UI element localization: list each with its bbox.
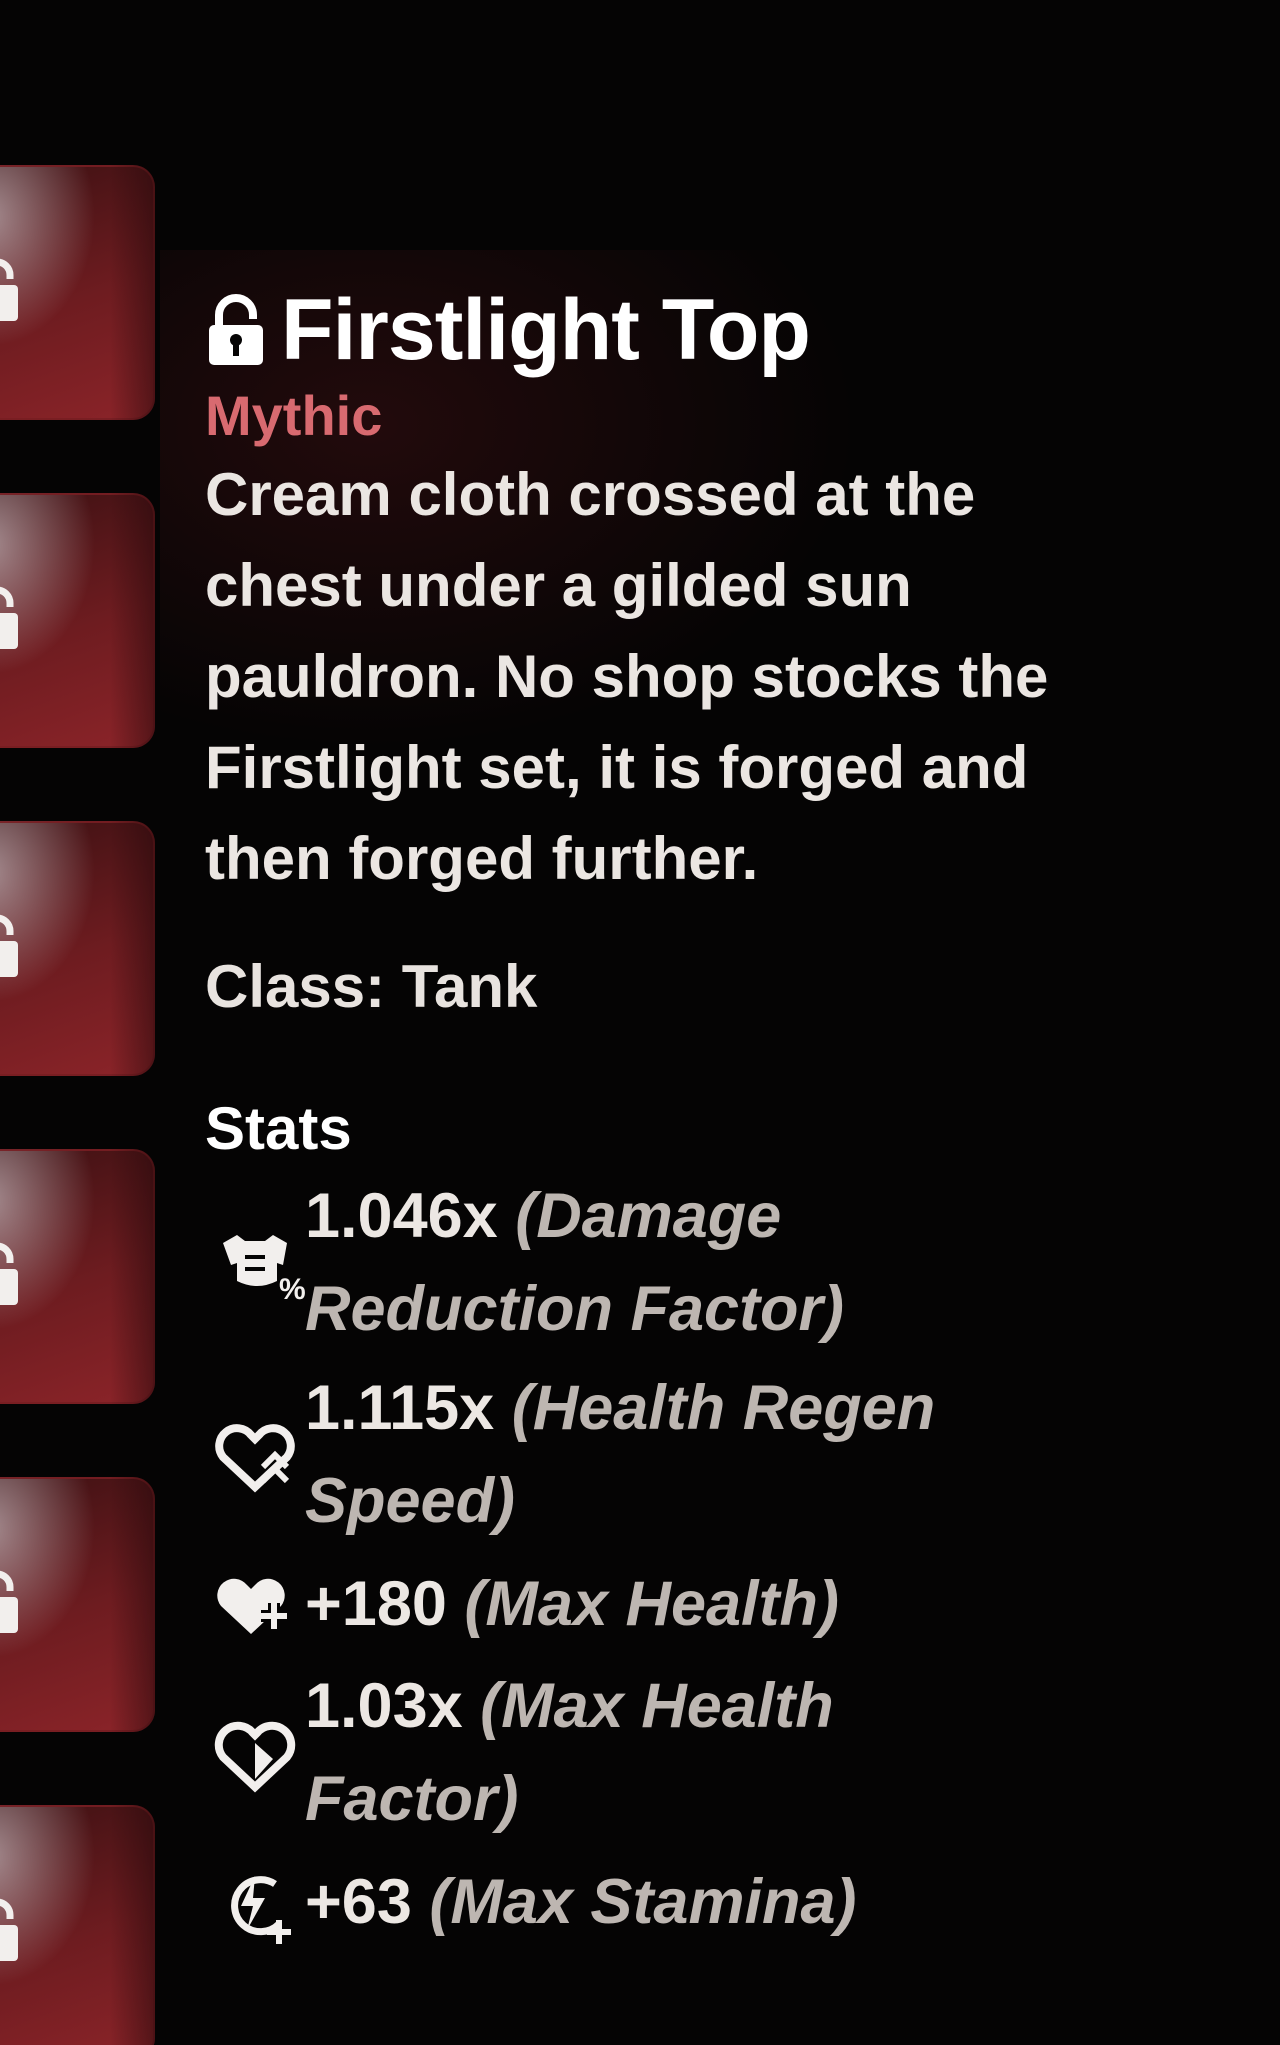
item-name: Firstlight Top <box>281 281 811 378</box>
svg-text:%: % <box>279 1273 305 1306</box>
lock-icon <box>0 914 18 977</box>
item-title-row: Firstlight Top <box>205 275 1105 385</box>
lock-icon <box>0 1898 18 1961</box>
item-slot[interactable] <box>0 1805 155 2045</box>
item-slot[interactable] <box>0 1149 155 1404</box>
heart-icon <box>214 1721 296 1793</box>
lock-icon <box>0 258 18 321</box>
lock-icon <box>0 586 18 649</box>
item-slot[interactable] <box>0 1477 155 1732</box>
stat-value: +180 <box>305 1568 447 1639</box>
stat-row: % 1.046x (Damage Reduction Factor) <box>205 1170 1105 1356</box>
stat-value: 1.115x <box>305 1373 495 1443</box>
damage-reduction-icon: % <box>223 1235 305 1306</box>
stat-value: 1.03x <box>305 1671 463 1741</box>
health-regen-icon <box>215 1424 295 1493</box>
stat-row: 1.03x (Max Health Factor) <box>205 1660 1105 1846</box>
max-health-plus-icon <box>217 1578 287 1634</box>
item-slot-list <box>0 165 155 2045</box>
item-detail-panel: Firstlight Top Mythic Cream cloth crosse… <box>205 275 1105 1958</box>
lock-icon <box>0 1570 18 1633</box>
stat-value: 1.046x <box>305 1181 498 1251</box>
stat-row: +180 (Max Health) <box>205 1554 1105 1654</box>
item-slot[interactable] <box>0 493 155 748</box>
stat-value: +63 <box>305 1866 412 1937</box>
stats-heading: Stats <box>205 1095 352 1162</box>
item-description: Cream cloth crossed at the chest under a… <box>205 461 1049 892</box>
stat-row: +63 (Max Stamina) <box>205 1852 1105 1952</box>
item-class: Class: Tank <box>205 953 538 1020</box>
stat-label: (Max Stamina) <box>429 1866 857 1937</box>
lock-icon <box>0 1242 18 1305</box>
item-slot[interactable] <box>0 165 155 420</box>
stat-row: 1.115x (Health Regen Speed) <box>205 1362 1105 1548</box>
item-rarity: Mythic <box>205 384 383 447</box>
stat-label: (Max Health) <box>464 1568 839 1639</box>
item-slot[interactable] <box>0 821 155 1076</box>
stats-list: % 1.046x (Damage Reduction Factor) 1.115… <box>205 1170 1105 1952</box>
lock-icon <box>209 294 263 365</box>
stamina-plus-icon <box>231 1876 291 1944</box>
